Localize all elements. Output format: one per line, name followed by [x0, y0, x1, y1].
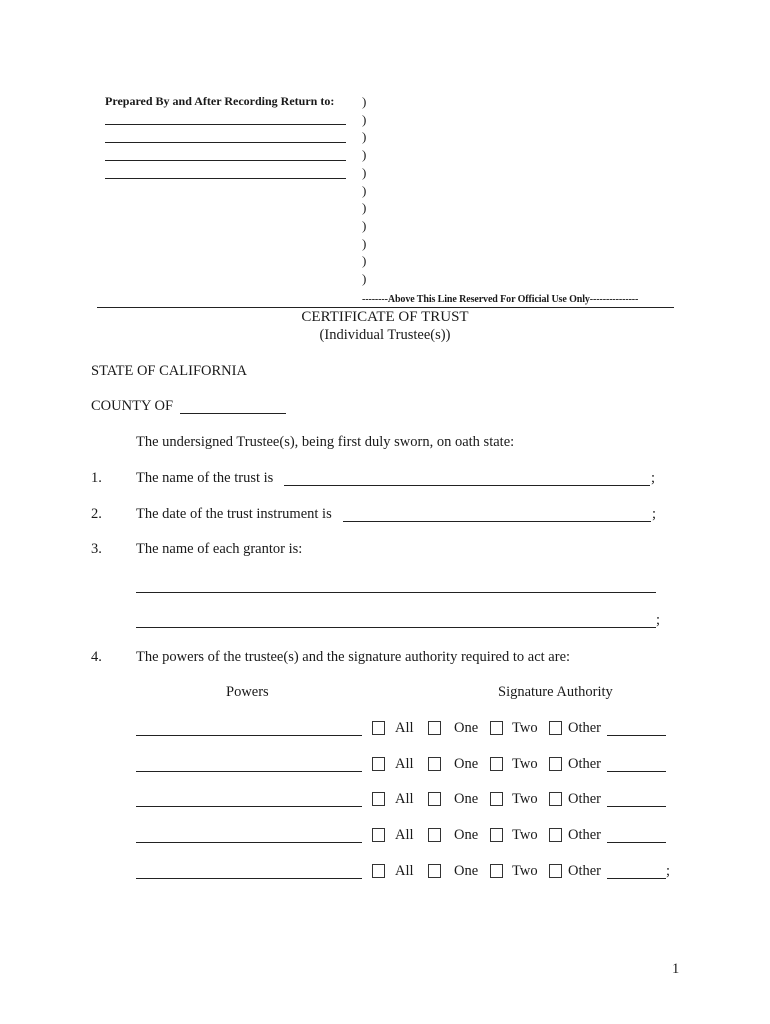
- option-label-two: Two: [512, 791, 538, 808]
- official-use-divider: [97, 307, 674, 308]
- checkbox-other[interactable]: [549, 721, 562, 735]
- option-label-all: All: [395, 791, 414, 808]
- grantor-name-field-2[interactable]: [136, 613, 656, 628]
- option-label-other: Other: [568, 862, 602, 879]
- recording-bracket: ): [362, 217, 367, 233]
- option-label-one: One: [454, 720, 479, 736]
- official-use-note: --------Above This Line Reserved For Off…: [362, 294, 639, 305]
- checkbox-all[interactable]: [372, 863, 385, 878]
- signature-authority-column-header: Signature Authority: [498, 684, 613, 700]
- row-terminator: ;: [666, 862, 671, 879]
- other-authority-field[interactable]: [607, 721, 666, 736]
- item-4-text: The powers of the trustee(s) and the sig…: [136, 649, 571, 665]
- recording-bracket: ): [362, 200, 367, 216]
- option-label-one: One: [454, 755, 479, 772]
- other-authority-field[interactable]: [607, 828, 666, 844]
- recording-bracket: ): [362, 147, 367, 163]
- recording-bracket: ): [362, 164, 367, 180]
- option-label-all: All: [395, 862, 414, 879]
- prepared-by-label: Prepared By and After Recording Return t…: [105, 94, 335, 108]
- checkbox-two[interactable]: [490, 792, 503, 807]
- county-label: COUNTY OF: [91, 398, 174, 414]
- return-address-line-3[interactable]: [105, 146, 346, 161]
- recording-bracket: ): [362, 129, 367, 145]
- power-description-field[interactable]: [136, 863, 362, 879]
- option-label-other: Other: [568, 791, 602, 808]
- power-description-field[interactable]: [136, 828, 362, 844]
- checkbox-one[interactable]: [428, 792, 441, 807]
- page-number: 1: [672, 961, 680, 977]
- document-subtitle: (Individual Trustee(s)): [319, 327, 451, 343]
- checkbox-all[interactable]: [372, 792, 385, 807]
- recording-bracket: ): [362, 235, 367, 251]
- checkbox-two[interactable]: [490, 863, 503, 878]
- checkbox-one[interactable]: [428, 863, 441, 878]
- recording-bracket: ): [362, 94, 367, 109]
- checkbox-all[interactable]: [372, 756, 385, 771]
- other-authority-field[interactable]: [607, 756, 666, 772]
- checkbox-other[interactable]: [549, 828, 562, 843]
- return-address-line-4[interactable]: [105, 164, 346, 179]
- item-1-text: The name of the trust is: [136, 470, 274, 486]
- checkbox-other[interactable]: [549, 863, 562, 878]
- checkbox-one[interactable]: [428, 721, 441, 735]
- checkbox-all[interactable]: [372, 828, 385, 843]
- checkbox-two[interactable]: [490, 828, 503, 843]
- checkbox-other[interactable]: [549, 756, 562, 771]
- option-label-one: One: [454, 862, 479, 879]
- item-3-number: 3.: [91, 541, 102, 557]
- checkbox-one[interactable]: [428, 756, 441, 771]
- item-3-text: The name of each grantor is:: [136, 541, 303, 557]
- item-1-number: 1.: [91, 470, 102, 486]
- item-3-terminator: ;: [656, 612, 661, 628]
- checkbox-two[interactable]: [490, 756, 503, 771]
- option-label-two: Two: [512, 755, 538, 772]
- checkbox-two[interactable]: [490, 721, 503, 735]
- item-4-number: 4.: [91, 649, 102, 665]
- item-1-terminator: ;: [651, 470, 656, 486]
- option-label-one: One: [454, 827, 479, 844]
- option-label-other: Other: [568, 720, 602, 736]
- checkbox-other[interactable]: [549, 792, 562, 807]
- other-authority-field[interactable]: [607, 863, 666, 879]
- option-label-other: Other: [568, 827, 602, 844]
- power-description-field[interactable]: [136, 756, 362, 772]
- option-label-two: Two: [512, 862, 538, 879]
- oath-statement: The undersigned Trustee(s), being first …: [136, 434, 515, 450]
- return-address-line-2[interactable]: [105, 128, 346, 143]
- item-2-number: 2.: [91, 506, 102, 522]
- grantor-name-field-1[interactable]: [136, 578, 656, 593]
- state-label: STATE OF CALIFORNIA: [91, 363, 247, 379]
- option-label-one: One: [454, 791, 479, 808]
- return-address-line-1[interactable]: [105, 110, 346, 125]
- option-label-two: Two: [512, 827, 538, 844]
- trust-name-field[interactable]: [284, 471, 650, 486]
- item-2-terminator: ;: [652, 506, 657, 522]
- item-2-text: The date of the trust instrument is: [136, 506, 332, 522]
- trust-date-field[interactable]: [343, 507, 651, 522]
- powers-column-header: Powers: [226, 684, 269, 700]
- option-label-other: Other: [568, 755, 602, 772]
- power-description-field[interactable]: [136, 792, 362, 808]
- document-title: CERTIFICATE OF TRUST: [301, 309, 469, 325]
- other-authority-field[interactable]: [607, 792, 666, 808]
- option-label-all: All: [395, 755, 414, 772]
- recording-bracket: ): [362, 271, 367, 286]
- checkbox-all[interactable]: [372, 721, 385, 735]
- power-description-field[interactable]: [136, 721, 362, 736]
- county-field[interactable]: [180, 399, 286, 414]
- recording-bracket: ): [362, 111, 367, 127]
- checkbox-one[interactable]: [428, 828, 441, 843]
- recording-bracket: ): [362, 182, 367, 198]
- option-label-two: Two: [512, 720, 538, 736]
- option-label-all: All: [395, 827, 414, 844]
- option-label-all: All: [395, 720, 414, 736]
- recording-bracket: ): [362, 253, 367, 269]
